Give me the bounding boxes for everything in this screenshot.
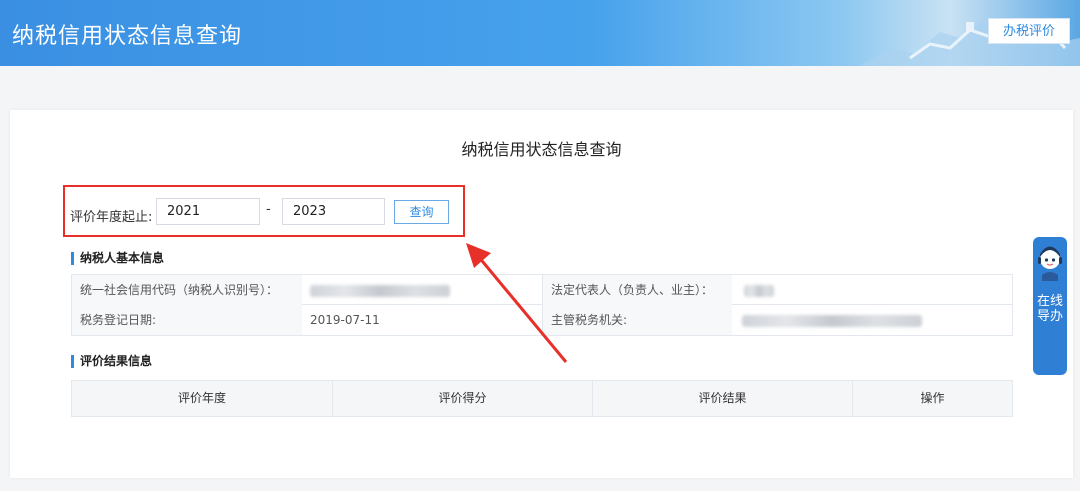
redacted-value xyxy=(742,315,922,327)
column-header-action: 操作 xyxy=(852,381,1012,416)
table-row: 统一社会信用代码（纳税人识别号）： 法定代表人（负责人、业主）： xyxy=(72,275,1012,305)
credit-code-label: 统一社会信用代码（纳税人识别号）： xyxy=(72,275,302,305)
year-range-label: 评价年度起止: xyxy=(70,210,153,225)
customer-service-avatar-icon xyxy=(1038,246,1062,281)
start-year-input[interactable]: 2021 xyxy=(156,198,260,225)
column-header-eval-result: 评价结果 xyxy=(592,381,852,416)
section-heading-basic-info: 纳税人基本信息 xyxy=(71,252,164,265)
evaluate-button[interactable]: 办税评价 xyxy=(988,18,1070,44)
tax-office-value xyxy=(732,305,1012,335)
column-header-eval-score: 评价得分 xyxy=(332,381,592,416)
reg-date-value: 2019-07-11 xyxy=(310,313,380,327)
reg-date-label: 税务登记日期: xyxy=(72,305,302,335)
table-row: 税务登记日期: 2019-07-11 主管税务机关: xyxy=(72,305,1012,335)
page-title: 纳税信用状态信息查询 xyxy=(461,140,622,159)
end-year-input[interactable]: 2023 xyxy=(282,198,385,225)
top-banner: 纳税信用状态信息查询 办税评价 xyxy=(0,0,1080,66)
basic-info-table: 统一社会信用代码（纳税人识别号）： 法定代表人（负责人、业主）： 税务登记日期:… xyxy=(71,274,1013,336)
query-button[interactable]: 查询 xyxy=(394,200,449,224)
tax-office-label: 主管税务机关: xyxy=(542,305,732,335)
page-header-title: 纳税信用状态信息查询 xyxy=(12,24,243,49)
main-card: 纳税信用状态信息查询 评价年度起止: 2021 - 2023 查询 纳税人基本信… xyxy=(10,110,1073,478)
online-guide-widget[interactable]: 在线导办 xyxy=(1033,237,1067,375)
column-header-eval-year: 评价年度 xyxy=(177,391,226,405)
result-table-header: 评价年度 评价得分 评价结果 操作 xyxy=(71,380,1013,417)
credit-code-value xyxy=(302,275,542,305)
section-heading-result-info: 评价结果信息 xyxy=(71,355,152,368)
legal-rep-label: 法定代表人（负责人、业主）： xyxy=(542,275,732,305)
online-guide-label: 在线导办 xyxy=(1036,294,1063,324)
year-separator: - xyxy=(266,202,271,217)
legal-rep-value xyxy=(732,275,1012,305)
redacted-value xyxy=(744,285,774,297)
redacted-value xyxy=(310,285,450,297)
